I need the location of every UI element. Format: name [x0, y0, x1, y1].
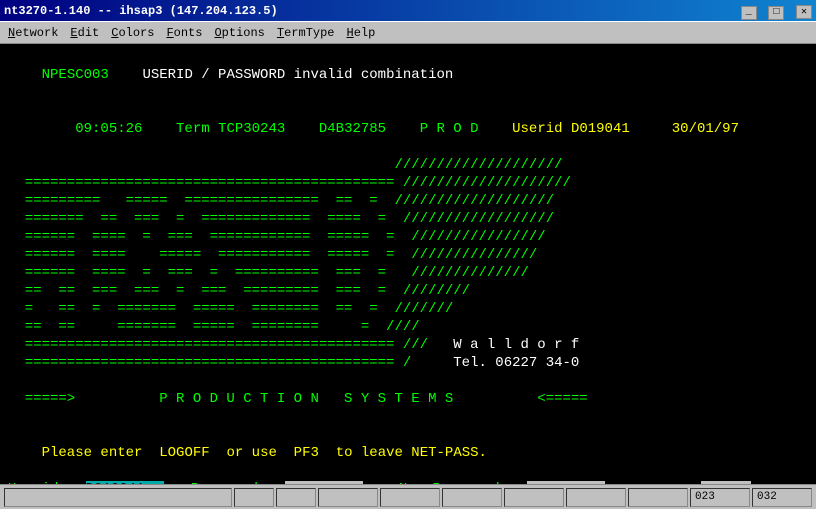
close-button[interactable]: ✕ [796, 5, 812, 19]
status-seg-9 [628, 488, 688, 507]
status-col: 032 [752, 488, 812, 507]
term-label: Term [176, 121, 218, 137]
logo-line-0: //////////////////// [8, 156, 808, 174]
password-label: Password: [166, 480, 284, 484]
input-row: Userid: Password: New Password: <=> [8, 480, 808, 484]
arrow-field [701, 481, 751, 484]
status-seg-3 [276, 488, 316, 507]
status-seg-8 [566, 488, 626, 507]
userid-label-top: Userid [512, 121, 571, 137]
menu-bar: Network Edit Colors Fonts Options TermTy… [0, 22, 816, 44]
menu-edit[interactable]: Edit [64, 24, 105, 42]
status-bar: 023 032 [0, 484, 816, 509]
menu-options[interactable]: Options [208, 24, 270, 42]
status-seg-5 [380, 488, 440, 507]
title-text: nt3270-1.140 -- ihsap3 (147.204.123.5) [4, 4, 278, 18]
new-password-input[interactable] [527, 481, 605, 484]
time-display: 09:05:26 [42, 121, 176, 137]
userid-top-value: D019041 [571, 121, 672, 137]
spacer-line [8, 372, 808, 390]
env-value: P R O D [420, 121, 512, 137]
userid-input[interactable] [86, 481, 164, 484]
logo-line-11: ========================================… [8, 354, 808, 372]
arrow-label: <=> [607, 480, 699, 484]
menu-fonts[interactable]: Fonts [160, 24, 208, 42]
menu-colors[interactable]: Colors [105, 24, 160, 42]
spacer-line-4 [8, 462, 808, 480]
menu-help[interactable]: Help [341, 24, 382, 42]
logo-line-1: ========================================… [8, 174, 808, 192]
date-display: 30/01/97 [672, 121, 739, 137]
title-bar: nt3270-1.140 -- ihsap3 (147.204.123.5) _… [0, 0, 816, 22]
password-input[interactable] [285, 481, 363, 484]
logo-line-2: ========= ===== ================ == = //… [8, 192, 808, 210]
message-line: Please enter LOGOFF or use PF3 to leave … [8, 444, 808, 462]
status-row: 023 [690, 488, 750, 507]
spacer-line-3 [8, 426, 808, 444]
logo-line-6: ====== ==== = === = ========== === = ///… [8, 264, 808, 282]
terminal: NPESC003 USERID / PASSWORD invalid combi… [0, 44, 816, 484]
status-seg-1 [4, 488, 232, 507]
error-message: USERID / PASSWORD invalid combination [142, 67, 453, 83]
status-seg-6 [442, 488, 502, 507]
logo-line-7: == == === === = === ========= === = ////… [8, 282, 808, 300]
menu-termtype[interactable]: TermType [271, 24, 341, 42]
term-value: TCP30243 [218, 121, 319, 137]
logo-line-10: ========================================… [8, 336, 808, 354]
minimize-button[interactable]: _ [741, 6, 757, 20]
host-name: NPESC003 [42, 67, 143, 83]
status-seg-4 [318, 488, 378, 507]
newpassword-label: New Password: [365, 480, 525, 484]
status-line-2: 09:05:26 Term TCP30243 D4B32785 P R O D … [8, 102, 808, 156]
status-seg-7 [504, 488, 564, 507]
maximize-button[interactable]: □ [768, 6, 784, 20]
production-line: =====> P R O D U C T I O N S Y S T E M S… [8, 390, 808, 408]
logo-line-3: ======= == === = ============= ==== = //… [8, 210, 808, 228]
logo-line-8: = == = ======= ===== ======== == = /////… [8, 300, 808, 318]
status-seg-2 [234, 488, 274, 507]
id2-value: D4B32785 [319, 121, 420, 137]
logo-line-5: ====== ==== ===== =========== ===== = //… [8, 246, 808, 264]
title-buttons: _ □ ✕ [739, 1, 812, 20]
logo-line-9: == == ======= ===== ======== = //// [8, 318, 808, 336]
menu-network[interactable]: Network [2, 24, 64, 42]
status-line-1: NPESC003 USERID / PASSWORD invalid combi… [8, 48, 808, 102]
spacer-line-2 [8, 408, 808, 426]
userid-input-label: Userid: [8, 480, 84, 484]
logo-line-4: ====== ==== = === ============ ===== = /… [8, 228, 808, 246]
